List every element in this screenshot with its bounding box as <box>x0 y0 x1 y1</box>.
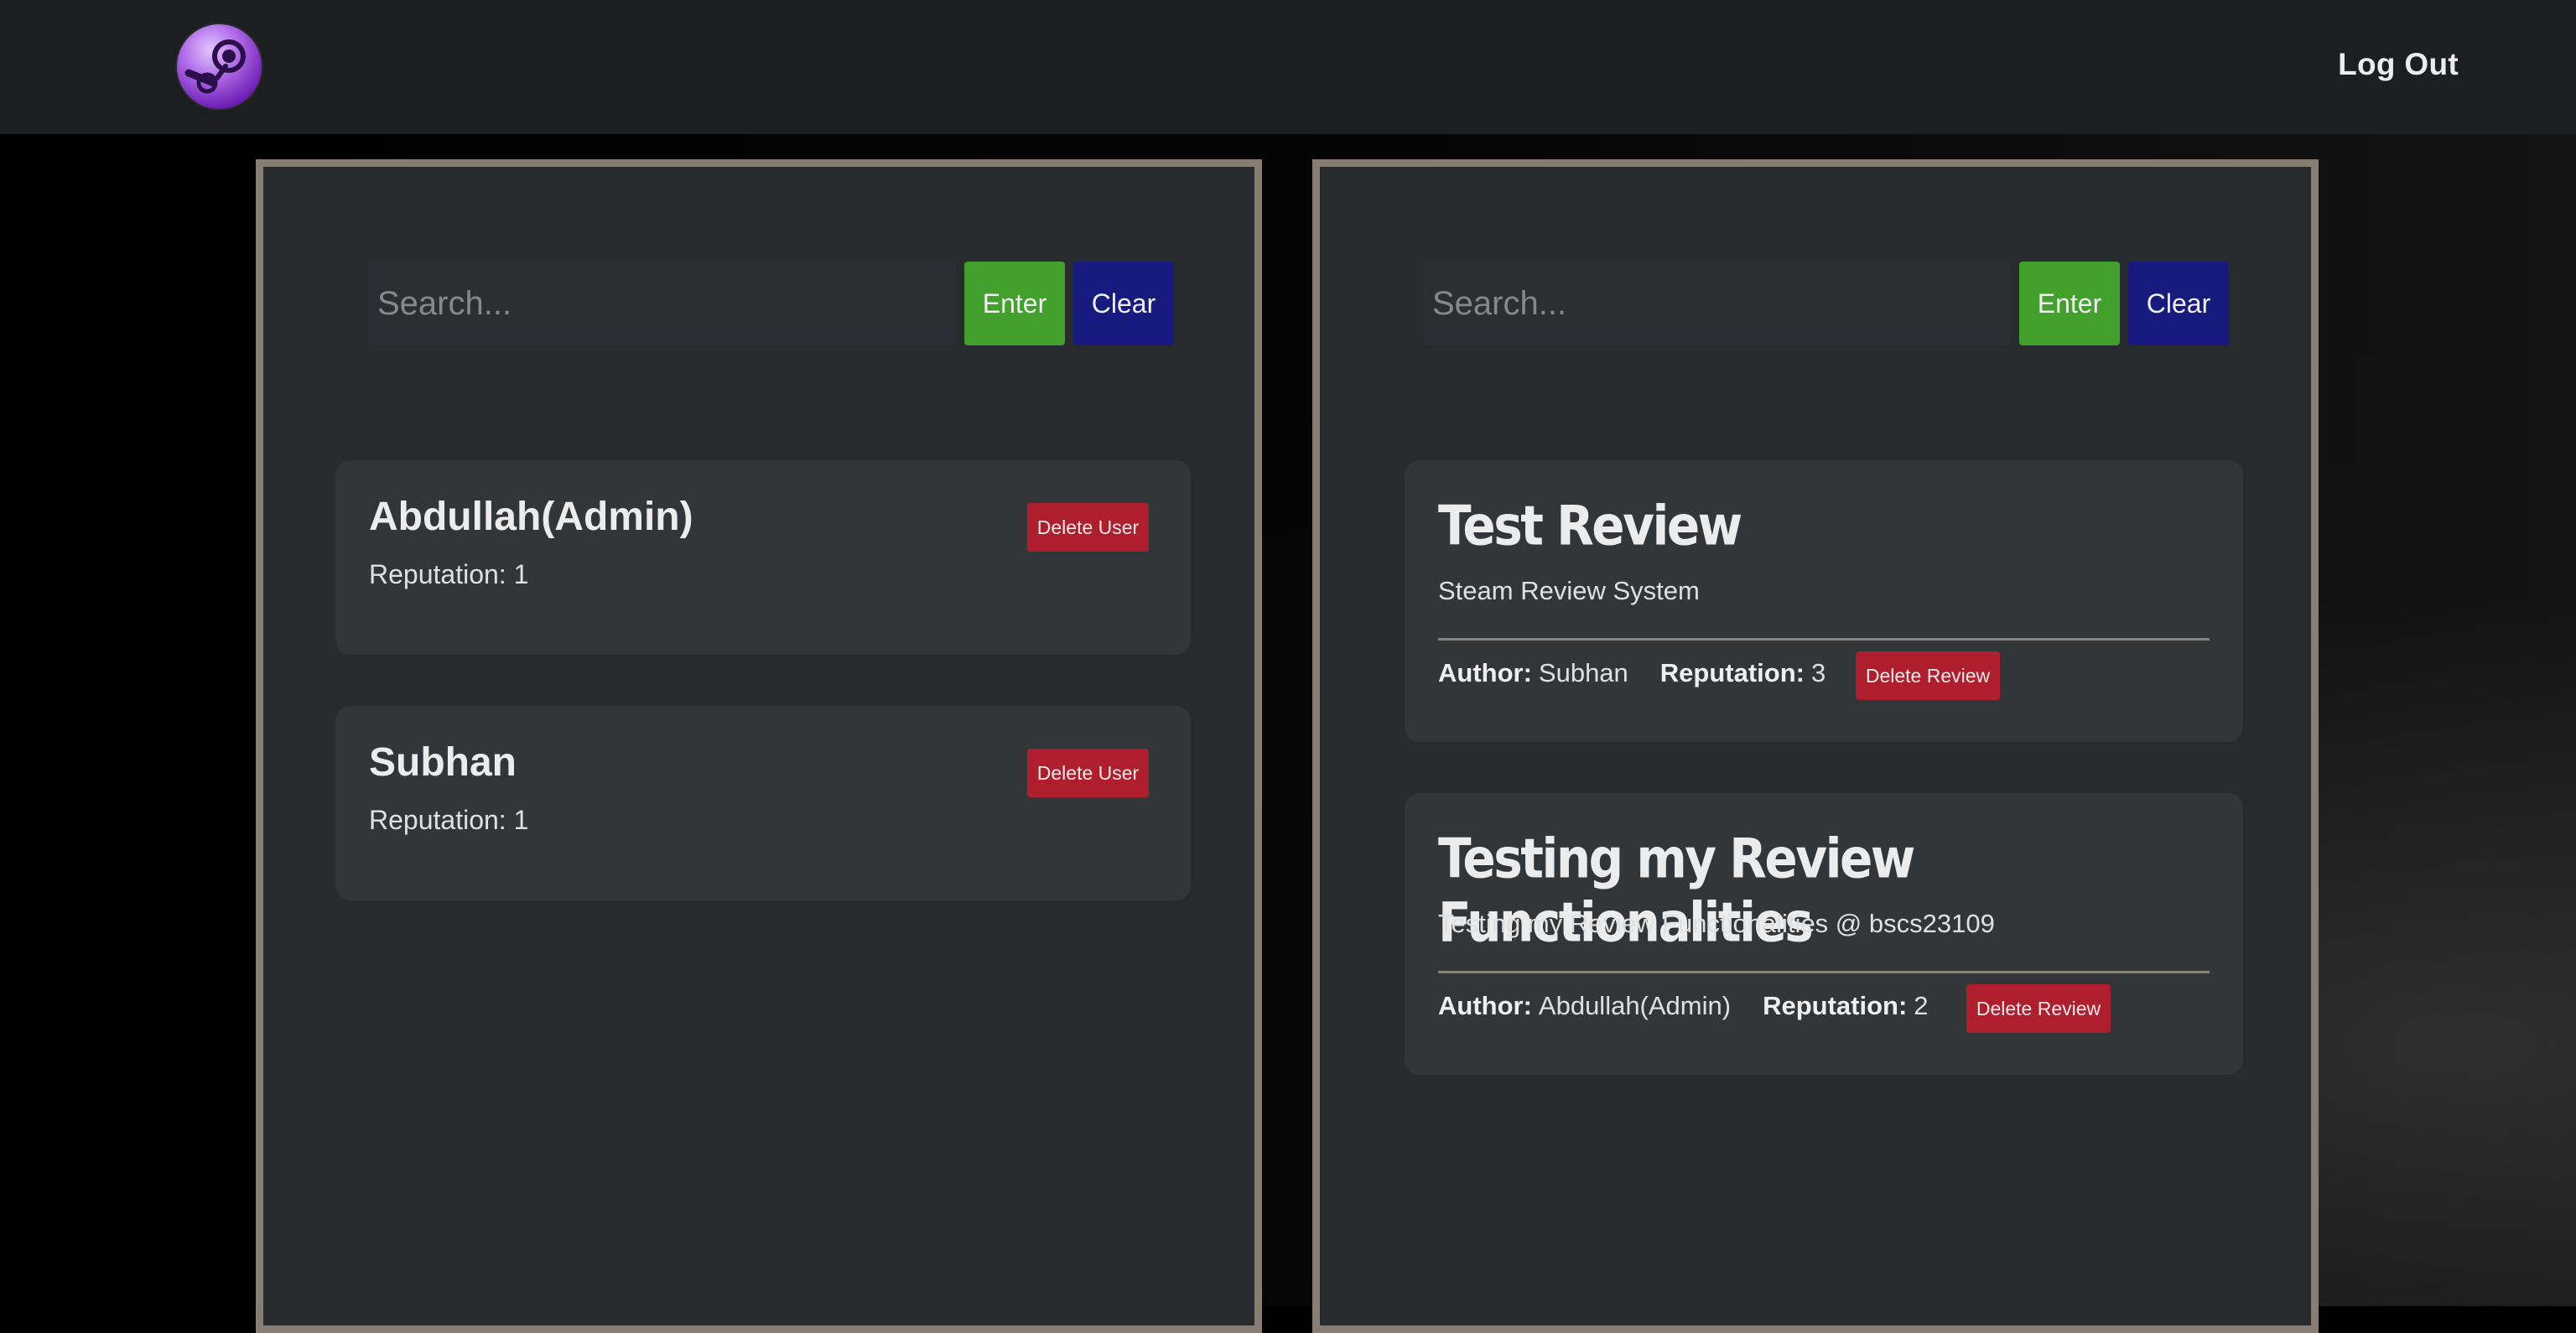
steam-logo-icon[interactable] <box>177 24 262 109</box>
reviews-panel: Enter Clear Test Review Steam Review Sys… <box>1312 159 2319 1333</box>
review-author: Subhan <box>1538 658 1628 687</box>
review-divider <box>1438 638 2210 641</box>
delete-review-button[interactable]: Delete Review <box>1856 651 2000 700</box>
user-name: Abdullah(Admin) <box>369 495 693 539</box>
review-card: Test Review Steam Review System Author: … <box>1405 460 2243 742</box>
review-search-input[interactable] <box>1424 262 2011 345</box>
review-meta: Author: Subhan Reputation: 3 <box>1438 658 1826 688</box>
delete-review-button[interactable]: Delete Review <box>1966 984 2111 1033</box>
review-body: Testing my Review Functionalities @ bscs… <box>1438 909 1995 938</box>
reputation-label: Reputation: <box>1659 658 1805 687</box>
review-card: Testing my Review Functionalities Testin… <box>1405 793 2243 1075</box>
top-navbar: Log Out <box>0 0 2576 134</box>
reputation-label: Reputation: <box>1763 991 1908 1020</box>
user-card: Subhan Reputation: 1 Delete User <box>335 706 1191 900</box>
user-reputation: Reputation: 1 <box>369 559 529 589</box>
delete-user-button[interactable]: Delete User <box>1027 503 1149 552</box>
review-search-enter-button[interactable]: Enter <box>2019 262 2120 345</box>
user-search-bar: Enter Clear <box>369 262 1174 345</box>
author-label: Author: <box>1438 991 1532 1020</box>
review-body: Steam Review System <box>1438 576 1700 605</box>
review-divider <box>1438 971 2210 973</box>
review-title: Test Review <box>1438 494 1742 558</box>
user-reputation: Reputation: 1 <box>369 805 529 835</box>
review-reputation: 3 <box>1811 658 1826 687</box>
users-panel: Enter Clear Abdullah(Admin) Reputation: … <box>256 159 1262 1333</box>
user-search-enter-button[interactable]: Enter <box>964 262 1065 345</box>
delete-user-button[interactable]: Delete User <box>1027 749 1149 797</box>
review-meta: Author: Abdullah(Admin) Reputation: 2 <box>1438 991 1929 1021</box>
review-search-clear-button[interactable]: Clear <box>2128 262 2229 345</box>
review-reputation: 2 <box>1914 991 1929 1020</box>
logout-link[interactable]: Log Out <box>2338 47 2459 82</box>
user-search-clear-button[interactable]: Clear <box>1073 262 1174 345</box>
user-card: Abdullah(Admin) Reputation: 1 Delete Use… <box>335 460 1191 655</box>
review-search-bar: Enter Clear <box>1424 262 2229 345</box>
user-search-input[interactable] <box>369 262 956 345</box>
user-name: Subhan <box>369 740 517 785</box>
author-label: Author: <box>1438 658 1532 687</box>
review-author: Abdullah(Admin) <box>1538 991 1732 1020</box>
